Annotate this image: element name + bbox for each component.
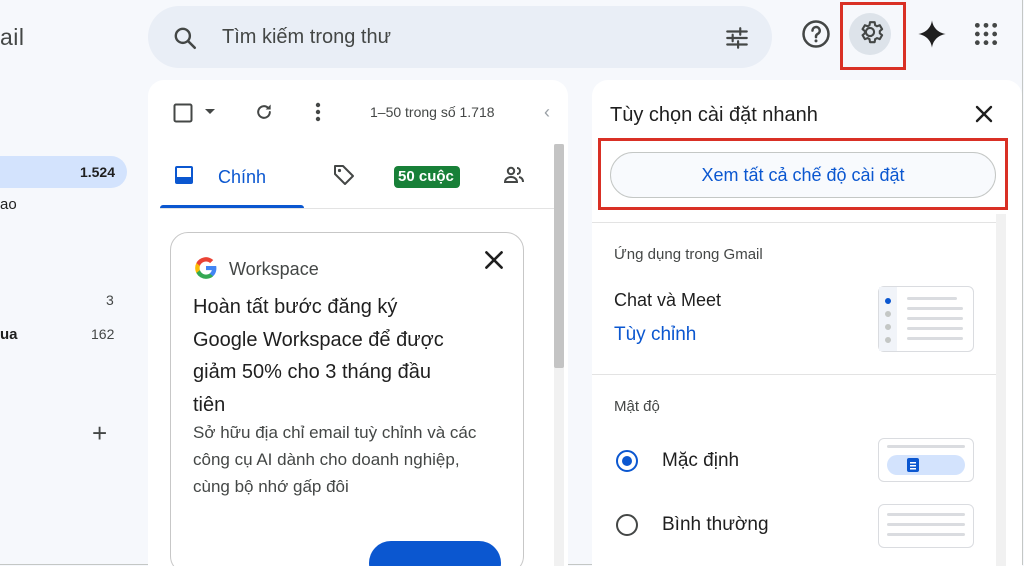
sidebar-item-count: 162 bbox=[91, 326, 115, 342]
gemini-sparkle-icon[interactable] bbox=[912, 14, 952, 54]
sidebar-item-label: ua bbox=[0, 325, 18, 343]
pagination-range: 1–50 trong số 1.718 bbox=[370, 104, 495, 120]
tab-primary[interactable]: Chính bbox=[160, 148, 304, 206]
quick-settings-scrollbar-track[interactable] bbox=[996, 214, 1006, 566]
sidebar-item-label: ao bbox=[0, 195, 17, 213]
chat-meet-preview-thumbnail bbox=[878, 286, 974, 352]
mail-list-panel: 1–50 trong số 1.718 ‹ Chính 50 cuộc Work… bbox=[148, 80, 568, 566]
section-divider bbox=[592, 374, 996, 375]
density-comfortable-radio[interactable] bbox=[616, 514, 638, 536]
google-g-logo-icon bbox=[193, 255, 219, 286]
density-default-preview-thumbnail bbox=[878, 438, 974, 482]
add-label-button[interactable]: + bbox=[92, 420, 107, 446]
density-default-radio[interactable] bbox=[616, 450, 638, 472]
refresh-icon[interactable] bbox=[252, 100, 276, 124]
tag-icon bbox=[332, 163, 356, 192]
prev-page-chevron-icon[interactable]: ‹ bbox=[544, 102, 550, 123]
select-dropdown-chevron-icon[interactable] bbox=[202, 104, 218, 120]
sidebar-item-starred[interactable]: ao bbox=[0, 188, 17, 220]
tab-social[interactable] bbox=[502, 148, 526, 206]
search-icon[interactable] bbox=[172, 25, 198, 56]
search-bar[interactable]: Tìm kiếm trong thư bbox=[148, 6, 772, 68]
people-icon bbox=[502, 163, 526, 192]
select-all-checkbox[interactable] bbox=[172, 102, 194, 124]
quick-settings-title: Tùy chọn cài đặt nhanh bbox=[610, 104, 818, 126]
help-icon[interactable] bbox=[796, 14, 836, 54]
promotions-badge: 50 cuộc bbox=[394, 166, 460, 188]
sidebar-item-count: 1.524 bbox=[79, 164, 115, 180]
workspace-brand-text: Workspace bbox=[229, 259, 319, 279]
sidebar-item-inbox[interactable]: 1.524 bbox=[0, 156, 127, 188]
highlight-see-all-box bbox=[598, 138, 1008, 210]
promo-description: Sở hữu địa chỉ email tuỳ chỉnh và các cô… bbox=[193, 423, 477, 496]
density-default-label[interactable]: Mặc định bbox=[662, 450, 739, 472]
search-input[interactable]: Tìm kiếm trong thư bbox=[222, 26, 391, 49]
highlight-settings-box bbox=[840, 2, 906, 70]
tab-promotions[interactable] bbox=[332, 148, 356, 206]
more-vertical-icon[interactable] bbox=[306, 100, 330, 124]
density-section-heading: Mật độ bbox=[614, 398, 660, 415]
close-icon[interactable] bbox=[481, 247, 507, 278]
density-comfortable-label[interactable]: Bình thường bbox=[662, 514, 769, 536]
apps-grid-icon[interactable] bbox=[966, 14, 1006, 54]
customize-link[interactable]: Tùy chỉnh bbox=[614, 324, 696, 346]
apps-section-heading: Ứng dụng trong Gmail bbox=[614, 246, 763, 263]
inbox-icon bbox=[174, 165, 194, 190]
sidebar-item-count: 3 bbox=[106, 292, 114, 308]
chat-meet-label: Chat và Meet bbox=[614, 290, 722, 310]
sidebar-item-unread[interactable]: ua 162 bbox=[0, 318, 127, 350]
promo-cta-button[interactable] bbox=[369, 541, 501, 566]
promo-title: Hoàn tất bước đăng ký Google Workspace đ… bbox=[193, 296, 444, 416]
tab-label: Chính bbox=[218, 166, 267, 187]
search-options-icon[interactable] bbox=[724, 25, 750, 56]
close-icon[interactable] bbox=[972, 102, 996, 131]
workspace-promo-card: Workspace Hoàn tất bước đăng ký Google W… bbox=[170, 232, 524, 566]
gmail-logo-text: ail bbox=[0, 24, 25, 50]
tabs-divider bbox=[160, 208, 554, 209]
section-divider bbox=[592, 222, 996, 223]
mail-list-scrollbar-thumb[interactable] bbox=[554, 144, 564, 368]
density-comfortable-preview-thumbnail bbox=[878, 504, 974, 548]
